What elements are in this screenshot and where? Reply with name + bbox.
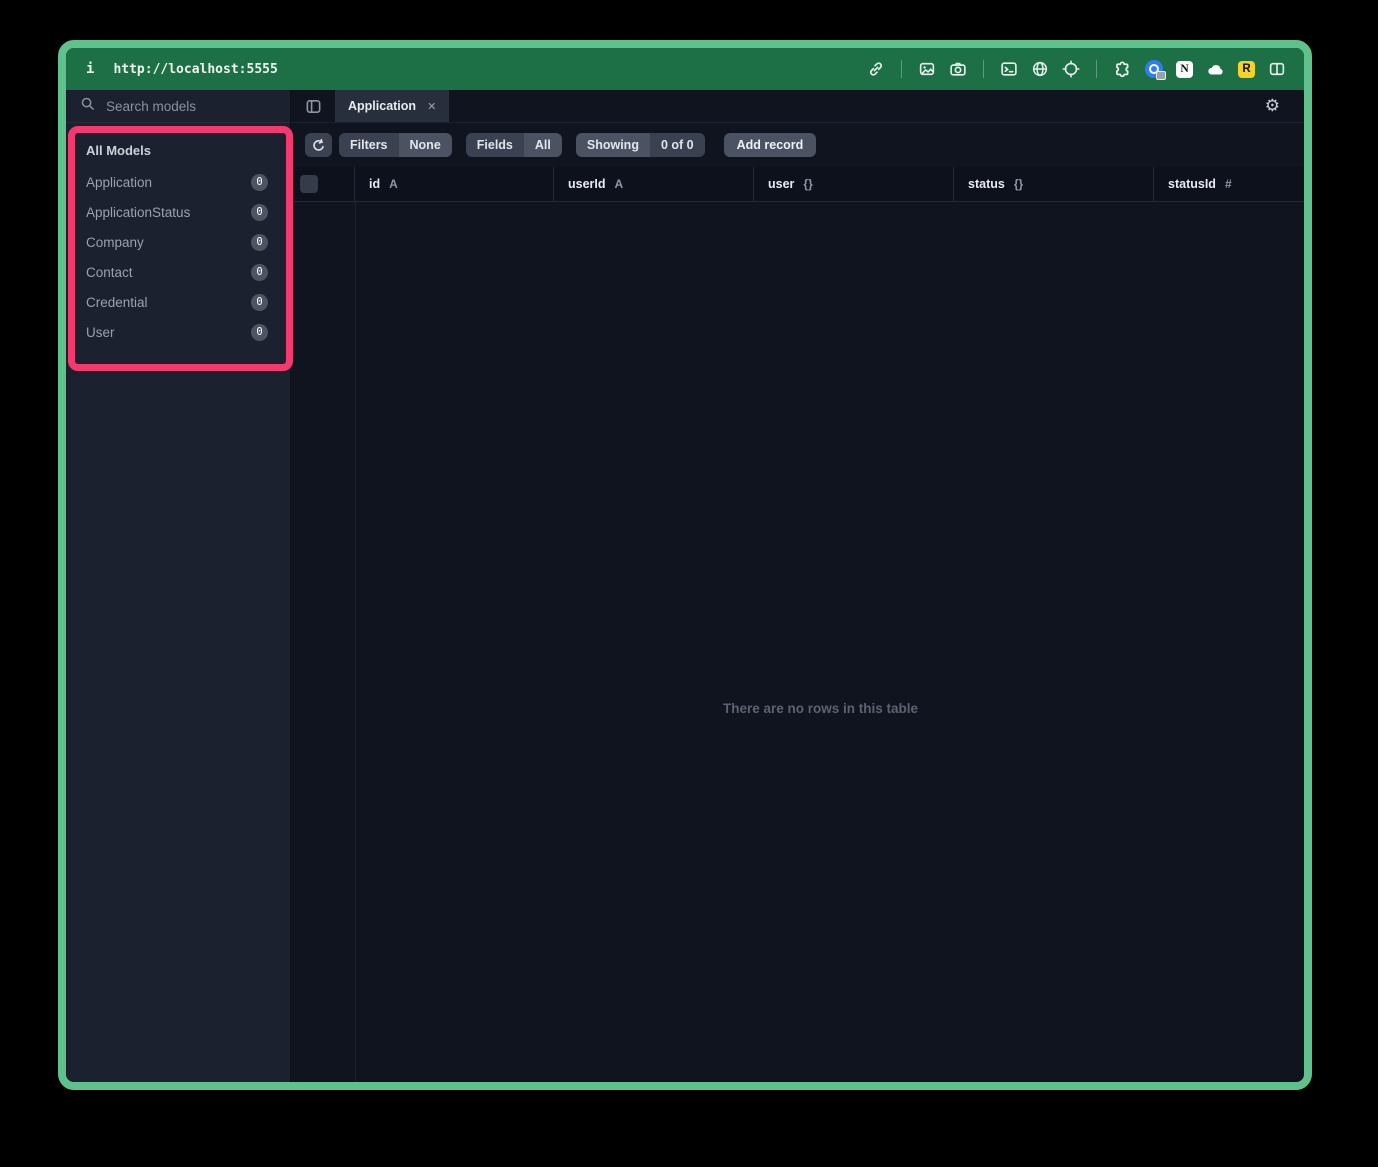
- fields-button[interactable]: Fields All: [466, 133, 562, 157]
- model-label: User: [86, 325, 115, 340]
- tab-label: Application: [348, 99, 416, 113]
- column-name: user: [768, 177, 794, 191]
- tab-bar: Application ✕ ⚙: [291, 90, 1304, 123]
- number-type-icon: #: [1225, 177, 1232, 191]
- column-name: id: [369, 177, 380, 191]
- column-name: statusId: [1168, 177, 1216, 191]
- cloud-icon[interactable]: [1206, 60, 1225, 79]
- filters-value: None: [399, 133, 452, 157]
- model-label: Application: [86, 175, 152, 190]
- column-header-userid[interactable]: userId A: [554, 167, 754, 201]
- object-type-icon: {}: [803, 177, 812, 191]
- onepassword-icon[interactable]: [1145, 60, 1163, 78]
- browser-window: i http://localhost:5555: [58, 40, 1312, 1090]
- showing-button[interactable]: Showing 0 of 0: [576, 133, 705, 157]
- camera-icon[interactable]: [949, 60, 967, 78]
- fields-value: All: [524, 133, 562, 157]
- terminal-icon[interactable]: [1000, 60, 1018, 78]
- raycast-icon[interactable]: R: [1238, 61, 1255, 78]
- sidebar-item-credential[interactable]: Credential 0: [66, 287, 290, 317]
- sidebar-item-company[interactable]: Company 0: [66, 227, 290, 257]
- notion-icon[interactable]: N: [1176, 61, 1193, 78]
- sidebar-item-contact[interactable]: Contact 0: [66, 257, 290, 287]
- main-panel: Application ✕ ⚙ Filters None Fields Al: [291, 90, 1304, 1082]
- browser-url-bar: i http://localhost:5555: [66, 48, 1304, 90]
- add-record-button[interactable]: Add record: [724, 133, 817, 157]
- showing-value: 0 of 0: [650, 133, 705, 157]
- table-toolbar: Filters None Fields All Showing 0 of 0 A…: [291, 123, 1304, 167]
- all-models-title: All Models: [86, 143, 270, 158]
- url-display[interactable]: i http://localhost:5555: [86, 61, 278, 77]
- filters-label: Filters: [339, 133, 399, 157]
- string-type-icon: A: [389, 177, 398, 191]
- link-icon[interactable]: [867, 60, 885, 78]
- column-header-status[interactable]: status {}: [954, 167, 1154, 201]
- tab-application[interactable]: Application ✕: [335, 90, 449, 122]
- table-header-row: id A userId A user {} status {} statusId: [291, 167, 1304, 202]
- model-list: Application 0 ApplicationStatus 0 Compan…: [66, 167, 290, 347]
- info-icon: i: [86, 61, 94, 77]
- column-header-user[interactable]: user {}: [754, 167, 954, 201]
- model-search[interactable]: [66, 90, 290, 123]
- select-all-cell: [291, 167, 355, 201]
- sidebar-item-applicationstatus[interactable]: ApplicationStatus 0: [66, 197, 290, 227]
- url-text: http://localhost:5555: [113, 62, 277, 77]
- sidebar-item-user[interactable]: User 0: [66, 317, 290, 347]
- showing-label: Showing: [576, 133, 650, 157]
- sidebar-toggle-button[interactable]: [291, 90, 335, 122]
- extensions-puzzle-icon[interactable]: [1113, 60, 1132, 79]
- column-name: userId: [568, 177, 606, 191]
- image-icon[interactable]: [918, 60, 936, 78]
- record-count-badge: 0: [251, 204, 268, 221]
- tab-close-icon[interactable]: ✕: [427, 100, 436, 113]
- record-count-badge: 0: [251, 174, 268, 191]
- split-view-icon[interactable]: [1268, 60, 1286, 78]
- search-icon: [80, 96, 95, 116]
- record-count-badge: 0: [251, 294, 268, 311]
- globe-icon[interactable]: [1031, 60, 1049, 78]
- record-count-badge: 0: [251, 324, 268, 341]
- crosshair-icon[interactable]: [1062, 60, 1080, 78]
- model-label: ApplicationStatus: [86, 205, 190, 220]
- model-label: Contact: [86, 265, 133, 280]
- column-header-id[interactable]: id A: [355, 167, 554, 201]
- model-label: Credential: [86, 295, 148, 310]
- record-count-badge: 0: [251, 264, 268, 281]
- empty-table-message: There are no rows in this table: [291, 701, 1304, 716]
- search-input[interactable]: [104, 98, 276, 115]
- model-label: Company: [86, 235, 144, 250]
- string-type-icon: A: [615, 177, 624, 191]
- toolbar-divider: [983, 60, 984, 78]
- toolbar-divider: [1096, 60, 1097, 78]
- select-all-checkbox[interactable]: [300, 175, 318, 193]
- settings-gear-icon[interactable]: ⚙: [1265, 90, 1304, 122]
- sidebar-item-application[interactable]: Application 0: [66, 167, 290, 197]
- table-body: There are no rows in this table: [291, 202, 1304, 1082]
- fields-label: Fields: [466, 133, 524, 157]
- toolbar-divider: [901, 60, 902, 78]
- object-type-icon: {}: [1014, 177, 1023, 191]
- filters-button[interactable]: Filters None: [339, 133, 452, 157]
- column-header-statusid[interactable]: statusId #: [1154, 167, 1304, 201]
- refresh-button[interactable]: [305, 133, 332, 157]
- models-sidebar: All Models Application 0 ApplicationStat…: [66, 90, 291, 1082]
- column-divider: [355, 202, 356, 1082]
- record-count-badge: 0: [251, 234, 268, 251]
- column-name: status: [968, 177, 1005, 191]
